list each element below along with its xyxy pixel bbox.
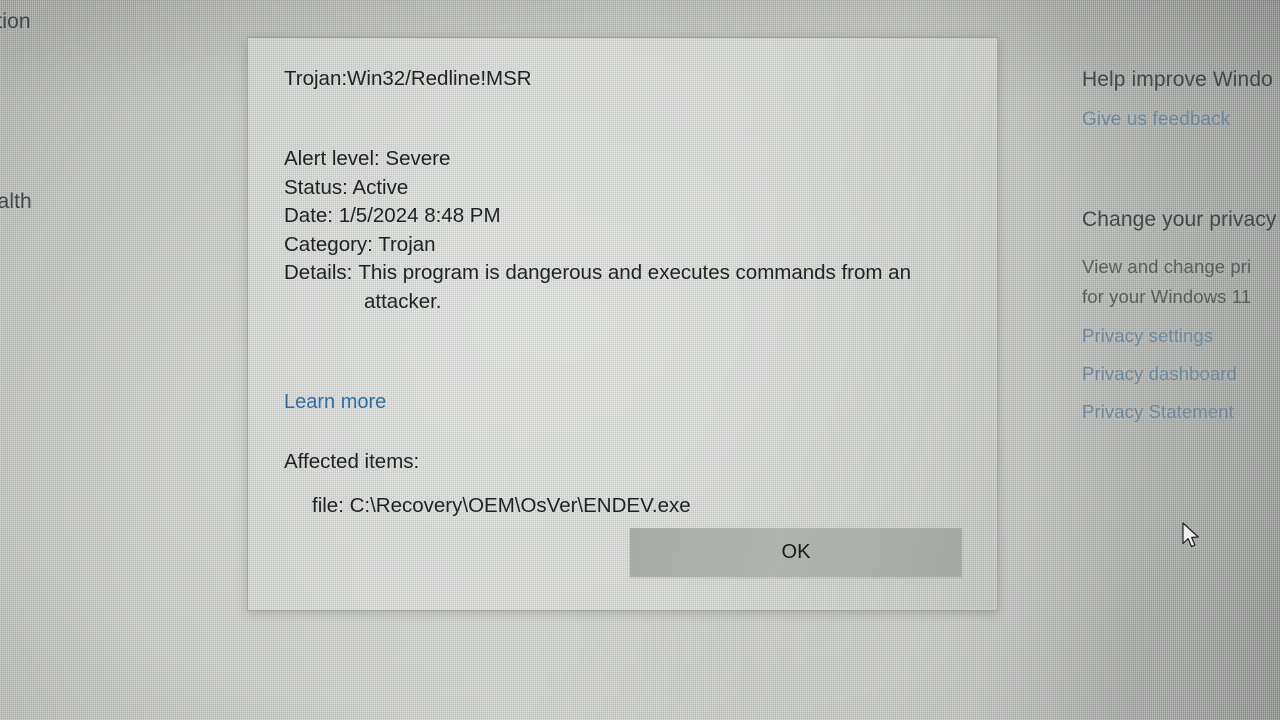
- affected-items-label: Affected items:: [284, 450, 420, 473]
- affected-item-file-path: file: C:\Recovery\OEM\OsVer\ENDEV.exe: [312, 494, 691, 517]
- status-value: Active: [352, 175, 409, 199]
- alert-level-label: Alert level:: [284, 147, 380, 170]
- settings-section-protection[interactable]: ection: [0, 10, 31, 34]
- details-label: Details:: [284, 261, 353, 284]
- privacy-settings-link[interactable]: Privacy settings: [1082, 325, 1213, 347]
- date-label: Date:: [284, 204, 333, 227]
- category-value: Trojan: [378, 232, 436, 256]
- detail-row-date: Date: 1/5/2024 8:48 PM: [284, 202, 974, 231]
- alert-level-value: Severe: [385, 147, 451, 170]
- privacy-description-line-2: for your Windows 11: [1082, 286, 1252, 307]
- threat-name-title: Trojan:Win32/Redline!MSR: [284, 67, 532, 90]
- details-value: This program is dangerous and executes c…: [358, 261, 911, 313]
- dialog-pixel-grid-texture: [248, 38, 997, 610]
- detail-row-details: Details: This program is dangerous and ex…: [284, 259, 974, 316]
- threat-details-dialog: Trojan:Win32/Redline!MSR Alert level: Se…: [247, 37, 998, 611]
- settings-section-health[interactable]: health: [0, 190, 32, 214]
- detail-row-category: Category: Trojan: [284, 231, 974, 260]
- help-improve-windows-heading: Help improve Windo: [1082, 68, 1273, 91]
- category-label: Category:: [284, 232, 373, 256]
- screen: ection health Help improve Windo Give us…: [0, 0, 1280, 720]
- detail-row-status: Status: Active: [284, 174, 974, 203]
- privacy-description-line-1: View and change pri: [1082, 256, 1252, 277]
- date-value: 1/5/2024 8:48 PM: [338, 204, 501, 227]
- privacy-statement-link[interactable]: Privacy Statement: [1082, 401, 1234, 423]
- give-us-feedback-link[interactable]: Give us feedback: [1082, 109, 1230, 131]
- status-label: Status:: [284, 175, 348, 199]
- threat-detail-list: Alert level: Severe Status: Active Date:…: [284, 145, 974, 316]
- ok-button[interactable]: OK: [630, 528, 962, 577]
- detail-row-alert-level: Alert level: Severe: [284, 145, 974, 174]
- change-your-privacy-heading: Change your privacy: [1082, 208, 1277, 231]
- privacy-dashboard-link[interactable]: Privacy dashboard: [1082, 363, 1237, 385]
- learn-more-link[interactable]: Learn more: [284, 391, 386, 414]
